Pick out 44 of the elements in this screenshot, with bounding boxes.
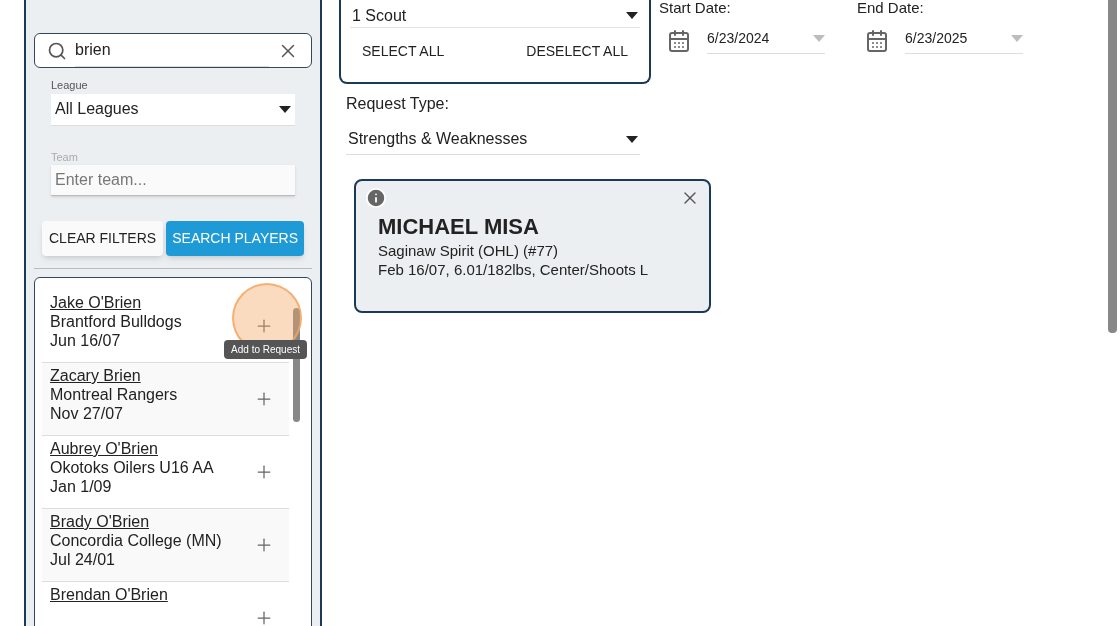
dropdown-caret-icon xyxy=(279,105,291,113)
player-birthdate: Nov 27/07 xyxy=(50,404,124,423)
player-team: Montreal Rangers xyxy=(50,385,178,404)
request-type-label: Request Type: xyxy=(346,94,450,114)
player-row[interactable]: Zacary Brien Montreal Rangers Nov 27/07 xyxy=(42,363,289,436)
league-select[interactable]: All Leagues xyxy=(51,93,295,126)
date-label: End Date: xyxy=(857,0,925,16)
player-team: Okotoks Oilers U16 AA xyxy=(50,458,214,477)
player-row[interactable]: Brady O'Brien Concordia College (MN) Jul 24/01 xyxy=(42,509,289,582)
team-input[interactable]: Enter team... xyxy=(51,165,295,196)
scout-select[interactable]: 1 Scout xyxy=(350,4,640,28)
dropdown-caret-icon xyxy=(1011,35,1023,42)
dropdown-caret-icon xyxy=(626,12,638,19)
player-name-link[interactable]: Jake O'Brien xyxy=(50,293,182,312)
search-field[interactable]: brien xyxy=(34,33,312,68)
start-date-field[interactable]: 6/23/2024 xyxy=(707,28,825,54)
request-type-select[interactable]: Strengths & Weaknesses xyxy=(346,127,640,155)
player-card-name: MICHAEL MISA xyxy=(378,213,540,241)
date-label: Start Date: xyxy=(659,0,732,16)
player-name-link[interactable]: Brendan O'Brien xyxy=(50,585,168,604)
dropdown-caret-icon xyxy=(813,35,825,42)
player-birthdate: Jul 24/01 xyxy=(50,550,116,569)
tooltip: Add to Request xyxy=(224,340,307,359)
dropdown-caret-icon xyxy=(626,135,638,143)
player-birthdate: Jan 1/09 xyxy=(50,477,113,496)
clear-filters-button[interactable]: CLEAR FILTERS xyxy=(42,221,164,256)
player-name-link[interactable]: Brady O'Brien xyxy=(50,512,222,531)
player-team: Concordia College (MN) xyxy=(50,531,222,550)
info-icon[interactable] xyxy=(365,187,387,209)
player-name-link[interactable]: Aubrey O'Brien xyxy=(50,439,214,458)
player-team: Brantford Bulldogs xyxy=(50,312,182,331)
player-card-details: Feb 16/07, 6.01/182lbs, Center/Shoots L xyxy=(378,260,650,279)
page-scrollbar[interactable] xyxy=(1108,0,1117,333)
league-label: League xyxy=(51,78,89,93)
end-date-field[interactable]: 6/23/2025 xyxy=(905,28,1023,54)
team-label: Team xyxy=(51,149,79,165)
calendar-icon[interactable] xyxy=(667,29,691,53)
player-birthdate: Jun 16/07 xyxy=(50,331,122,350)
player-name-link[interactable]: Zacary Brien xyxy=(50,366,178,385)
player-card-team: Saginaw Spirit (OHL) (#77) xyxy=(378,241,560,260)
search-icon xyxy=(47,40,67,61)
deselect-all-button[interactable]: DESELECT ALL xyxy=(526,41,628,62)
calendar-icon[interactable] xyxy=(865,29,889,53)
select-all-button[interactable]: SELECT ALL xyxy=(362,41,445,62)
